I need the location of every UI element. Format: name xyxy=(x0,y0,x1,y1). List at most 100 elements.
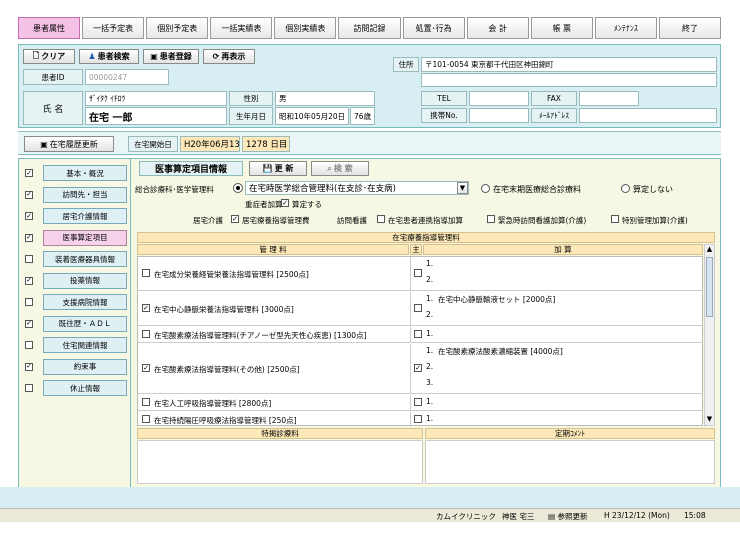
mobile-field[interactable] xyxy=(469,108,529,123)
sidebar-item-2[interactable]: 居宅介護情報 xyxy=(43,208,127,224)
sidebar-item-6[interactable]: 支援病院情報 xyxy=(43,294,127,310)
dob-field[interactable]: 昭和10年05月20日 xyxy=(275,107,349,125)
row-checkbox[interactable]: ✓ xyxy=(142,304,150,312)
tab-8[interactable]: 帳 票 xyxy=(530,17,593,39)
periodic-comment-header: 定期ｺﾒﾝﾄ xyxy=(425,428,715,439)
visit-opt-2: 緊急時訪問看護加算(介護) xyxy=(498,216,587,225)
row-checkbox[interactable] xyxy=(142,330,150,338)
tab-4[interactable]: 個別実績表 xyxy=(274,17,337,39)
column-divider xyxy=(410,327,411,342)
tab-9[interactable]: ﾒﾝﾃﾅﾝｽ xyxy=(594,17,657,39)
sidebar-checkbox-9[interactable]: ✓ xyxy=(25,362,33,371)
column-divider xyxy=(410,395,411,410)
chevron-down-icon[interactable]: ▼ xyxy=(457,182,468,194)
patient-search-button[interactable]: ♟ 患者検索 xyxy=(79,49,139,64)
visit-opt-2-checkbox[interactable] xyxy=(487,215,495,223)
special-fee-area[interactable] xyxy=(137,440,423,484)
name-kana-field[interactable]: ｻﾞｲﾀｸ ｲﾁﾛｳ xyxy=(85,91,227,106)
sidebar-item-8[interactable]: 住宅関連情報 xyxy=(43,337,127,353)
binoculars-icon: ⌕ xyxy=(327,163,332,173)
tab-3[interactable]: 一括実績表 xyxy=(210,17,273,39)
visit-opt-1-checkbox[interactable] xyxy=(377,215,385,223)
option-none: 算定しない xyxy=(633,185,673,194)
row-checkbox[interactable] xyxy=(142,398,150,406)
sex-field[interactable]: 男 xyxy=(275,91,375,106)
sidebar-item-9[interactable]: 約束事 xyxy=(43,358,127,375)
special-fee-header: 特掲診療料 xyxy=(137,428,423,439)
tab-7[interactable]: 会 計 xyxy=(466,17,529,39)
kyotaku-checkbox[interactable]: ✓ xyxy=(231,215,239,223)
email-field[interactable] xyxy=(579,108,717,123)
scroll-thumb[interactable] xyxy=(706,257,713,317)
home-history-update-button[interactable]: ▣ 在宅履歴更新 xyxy=(24,136,114,152)
sidebar-item-0[interactable]: 基本・概況 xyxy=(43,165,127,181)
search-button[interactable]: ⌕ 検 索 xyxy=(311,161,369,176)
scroll-down-icon[interactable]: ▼ xyxy=(705,415,714,425)
tab-5[interactable]: 訪問記録 xyxy=(338,17,401,39)
sidebar-checkbox-8[interactable] xyxy=(25,341,33,349)
sidebar-item-5[interactable]: 投薬情報 xyxy=(43,272,127,289)
severe-checkbox[interactable]: ✓ xyxy=(281,199,289,207)
add-index: 1. xyxy=(426,294,434,303)
row-name: 在宅人工呼吸指導管理料 [2800点] xyxy=(154,399,272,408)
home-care-strip: ▣在宅履歴更新 在宅開始日 H20年06月13日 1278 日目 xyxy=(18,131,721,155)
clear-button[interactable]: 🗋 クリア xyxy=(23,49,75,64)
management-select[interactable]: 在宅時医学総合管理料(在支診･在支病) xyxy=(245,181,469,195)
add-index: 1. xyxy=(426,346,434,355)
name-field[interactable]: 在宅 一郎 xyxy=(85,107,227,125)
radio-selected[interactable] xyxy=(233,183,243,193)
sidebar-checkbox-7[interactable]: ✓ xyxy=(25,319,33,328)
start-date-field: H20年06月13日 xyxy=(180,136,240,152)
row-checkbox[interactable] xyxy=(142,415,150,423)
patient-panel: 🗋 クリア ♟ 患者検索 ▣ 患者登録 ⟳ 再表示 患者ID 00000247 氏 名 … xyxy=(18,44,721,128)
add-item: 在宅酸素療法酸素濃縮装置 [4000点] xyxy=(438,347,563,356)
tel-field[interactable] xyxy=(469,91,529,106)
document-icon: 🗋 xyxy=(32,50,40,60)
tab-2[interactable]: 個別予定表 xyxy=(146,17,209,39)
sidebar-item-7[interactable]: 既往歴・ＡＤＬ xyxy=(43,315,127,332)
sidebar-checkbox-5[interactable]: ✓ xyxy=(25,276,33,285)
tab-1[interactable]: 一括予定表 xyxy=(82,17,145,39)
dob-label: 生年月日 xyxy=(229,107,273,125)
radio-none[interactable] xyxy=(621,184,630,193)
patient-id-field[interactable]: 00000247 xyxy=(85,69,169,85)
tab-6[interactable]: 処置･行為 xyxy=(402,17,465,39)
address-field[interactable]: 〒101-0054 東京都千代田区神田錦町 xyxy=(421,57,717,72)
column-divider xyxy=(410,257,411,290)
sidebar-checkbox-1[interactable]: ✓ xyxy=(25,190,33,199)
visit-opt-3-checkbox[interactable] xyxy=(611,215,619,223)
sidebar-checkbox-3[interactable]: ✓ xyxy=(25,233,33,242)
row-checkbox[interactable]: ✓ xyxy=(142,364,150,372)
fax-label: FAX xyxy=(531,91,577,106)
address-field-2[interactable] xyxy=(421,73,717,87)
row-checkbox[interactable] xyxy=(142,269,150,277)
update-button[interactable]: 💾 更 新 xyxy=(249,161,307,176)
tab-10[interactable]: 終了 xyxy=(658,17,722,39)
main-checkbox[interactable] xyxy=(414,304,422,312)
main-checkbox[interactable] xyxy=(414,269,422,277)
sidebar-checkbox-0[interactable]: ✓ xyxy=(25,169,33,177)
table-row: 在宅持続陽圧呼吸療法指導管理料 [250点] 1. xyxy=(138,412,702,425)
sidebar-checkbox-2[interactable]: ✓ xyxy=(25,212,33,220)
patient-register-button[interactable]: ▣ 患者登録 xyxy=(143,49,199,64)
sidebar-item-4[interactable]: 装着医療器具情報 xyxy=(43,251,127,267)
sidebar-item-1[interactable]: 訪問先・担当 xyxy=(43,186,127,203)
table-scrollbar[interactable]: ▲ ▼ xyxy=(704,244,715,426)
radio-terminal[interactable] xyxy=(481,184,490,193)
sidebar-item-3[interactable]: 医事算定項目 xyxy=(43,229,127,246)
scroll-up-icon[interactable]: ▲ xyxy=(705,245,714,255)
sidebar-item-10[interactable]: 休止情報 xyxy=(43,380,127,396)
add-index: 1. xyxy=(426,414,434,423)
main-checkbox[interactable] xyxy=(414,330,422,338)
sidebar-checkbox-6[interactable] xyxy=(25,298,33,306)
sidebar-checkbox-10[interactable] xyxy=(25,384,33,392)
address-label: 住所 xyxy=(393,57,419,72)
main-checkbox[interactable] xyxy=(414,415,422,423)
main-checkbox[interactable] xyxy=(414,398,422,406)
periodic-comment-area[interactable] xyxy=(425,440,715,484)
sidebar-checkbox-4[interactable] xyxy=(25,255,33,263)
tab-0[interactable]: 患者属性 xyxy=(18,17,81,39)
fax-field[interactable] xyxy=(579,91,639,106)
redisplay-button[interactable]: ⟳ 再表示 xyxy=(203,49,255,64)
main-checkbox[interactable]: ✓ xyxy=(414,364,422,372)
